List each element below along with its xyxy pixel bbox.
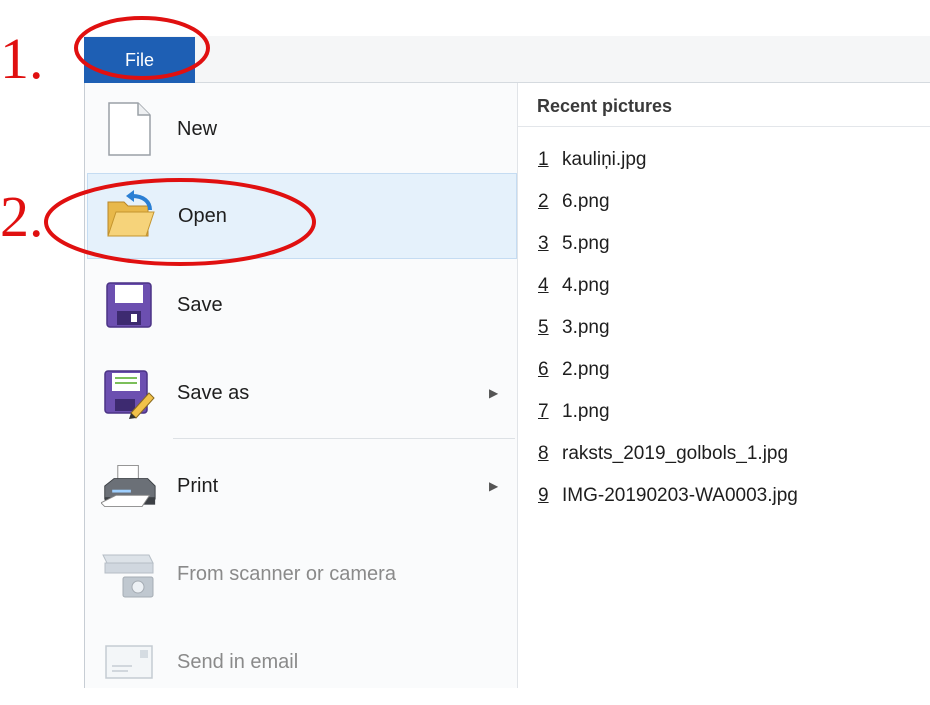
menu-item-save-label: Save [177, 293, 223, 316]
recent-item[interactable]: 2 6.png [538, 191, 610, 213]
menu-item-from-scanner[interactable]: From scanner or camera [87, 531, 517, 617]
submenu-arrow-icon: ▶ [489, 479, 499, 493]
annotation-step-2: 2. [0, 184, 44, 249]
recent-separator [518, 126, 930, 127]
menu-item-print-label: Print [177, 474, 219, 497]
menu-item-new[interactable]: New [87, 86, 517, 172]
menu-item-print[interactable]: Print ▶ [87, 443, 517, 529]
annotation-step-1: 1. [0, 26, 44, 91]
recent-item[interactable]: 3 5.png [538, 233, 610, 255]
recent-item[interactable]: 8 raksts_2019_golbols_1.jpg [538, 443, 788, 465]
submenu-arrow-icon: ▶ [489, 386, 499, 400]
save-disk-icon [101, 277, 157, 333]
open-folder-icon [102, 188, 158, 244]
file-tab[interactable]: File [84, 37, 195, 83]
recent-pictures-pane: Recent pictures 1 kauliņi.jpg 2 6.png 3 5.p… [518, 83, 930, 688]
recent-item[interactable]: 7 1.png [538, 401, 610, 423]
recent-item[interactable]: 1 kauliņi.jpg [538, 149, 647, 171]
menu-item-save-as[interactable]: Save as ▶ [87, 350, 517, 436]
menu-item-open[interactable]: Open [87, 173, 517, 259]
menu-commands-pane: New Open Save Save as ▶ Print ▶ From sca… [85, 83, 518, 688]
email-envelope-icon [101, 634, 157, 690]
save-as-icon [101, 365, 157, 421]
menu-item-from-scanner-label: From scanner or camera [177, 562, 396, 585]
ribbon-bar [84, 36, 930, 83]
file-tab-label: File [124, 49, 154, 70]
menu-item-save[interactable]: Save [87, 262, 517, 348]
menu-item-send-email[interactable]: Send in email [87, 619, 517, 705]
menu-separator [173, 438, 515, 439]
menu-item-new-label: New [177, 117, 218, 140]
printer-icon [101, 458, 157, 514]
menu-item-open-label: Open [178, 204, 227, 227]
file-menu: New Open Save Save as ▶ Print ▶ From sca… [84, 83, 930, 688]
scanner-camera-icon [101, 546, 157, 602]
recent-item[interactable]: 6 2.png [538, 359, 610, 381]
recent-item[interactable]: 4 4.png [538, 275, 610, 297]
recent-item[interactable]: 5 3.png [538, 317, 610, 339]
new-document-icon [101, 101, 157, 157]
recent-pictures-title: Recent pictures [537, 96, 673, 116]
recent-item[interactable]: 9 IMG-20190203-WA0003.jpg [538, 485, 798, 507]
menu-item-send-email-label: Send in email [177, 650, 299, 673]
menu-item-save-as-label: Save as [177, 381, 250, 404]
